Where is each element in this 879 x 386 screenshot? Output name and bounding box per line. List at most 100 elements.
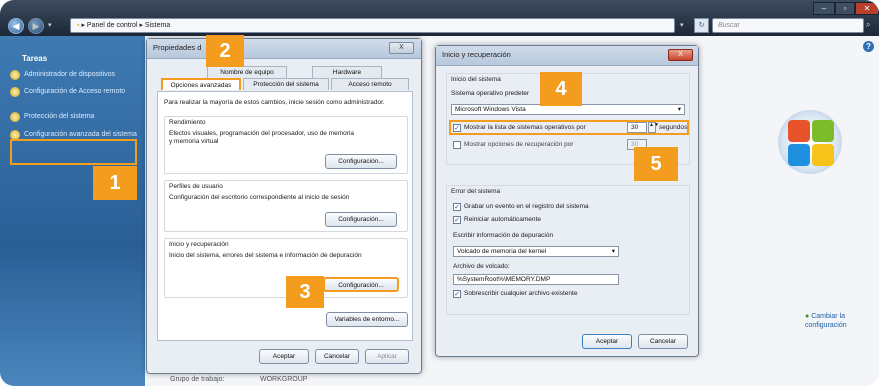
close-button[interactable]: X [668, 49, 693, 61]
highlight-box-advanced-settings [10, 139, 137, 165]
change-settings-label: Cambiar la configuración [805, 313, 847, 329]
cancel-button[interactable]: Cancelar [638, 334, 688, 349]
tab-advanced[interactable]: Opciones avanzadas [161, 78, 241, 90]
group-title: Perfiles de usuario [169, 183, 223, 190]
ok-button[interactable]: Aceptar [582, 334, 632, 349]
dialog-titlebar: Inicio y recuperación [436, 46, 698, 66]
workgroup-value: WORKGROUP [260, 376, 308, 383]
performance-settings-button[interactable]: Configuración... [325, 154, 397, 169]
group-text: Inicio del sistema, errores del sistema … [169, 252, 362, 259]
logo-green-pane [812, 120, 834, 142]
task-remote-access[interactable]: Configuración de Acceso remoto [10, 87, 140, 97]
callout-badge: 5 [634, 147, 678, 181]
profiles-settings-button[interactable]: Configuración... [325, 212, 397, 227]
group-performance: Rendimiento Efectos visuales, programaci… [164, 116, 408, 174]
spinner-icon[interactable]: ▲▼ [648, 122, 659, 133]
back-button[interactable]: ◀ [8, 18, 24, 34]
address-dropdown-icon[interactable]: ▾ [680, 18, 692, 33]
auto-restart-checkbox[interactable]: ✓ [453, 216, 461, 224]
default-os-value: Microsoft Windows Vista [455, 106, 526, 113]
dump-file-label: Archivo de volcado: [453, 263, 510, 270]
ok-button[interactable]: Aceptar [259, 349, 309, 364]
show-recovery-label: Mostrar opciones de recuperación por [464, 141, 574, 148]
breadcrumb-separator-icon: ▸ [81, 22, 85, 29]
logo-yellow-pane [812, 144, 834, 166]
shield-icon [10, 87, 20, 97]
screenshot-frame: ◀ ▶ ▾ ▪ ▸ Panel de control ▸ Sistema ▾ ↻… [0, 0, 879, 386]
callout-badge: 3 [286, 276, 324, 308]
show-recovery-checkbox[interactable] [453, 141, 461, 149]
close-button[interactable]: X [389, 42, 414, 54]
admin-note: Para realizar la mayoría de estos cambio… [164, 99, 385, 106]
tab-remote[interactable]: Acceso remoto [331, 78, 409, 90]
folder-icon: ▪ [77, 22, 80, 29]
history-dropdown-icon[interactable]: ▾ [48, 21, 52, 29]
tab-panel-advanced: Para realizar la mayoría de estos cambio… [157, 91, 413, 341]
search-icon[interactable]: ⌕ [866, 20, 870, 30]
task-pane: Tareas Administrador de dispositivos Con… [0, 36, 145, 386]
write-event-checkbox[interactable]: ✓ [453, 203, 461, 211]
group-title: Rendimiento [169, 119, 206, 126]
dialog-title: Propiedades d [153, 43, 202, 52]
group-title: Error del sistema [451, 188, 501, 195]
debug-info-select[interactable]: Volcado de memoria del kernel ▾ [453, 246, 619, 257]
dialog-titlebar: Propiedades d [147, 39, 421, 59]
tab-system-protection[interactable]: Protección del sistema [243, 78, 329, 90]
environment-variables-button[interactable]: Variables de entorno... [326, 312, 408, 327]
show-list-checkbox[interactable]: ✓ [453, 124, 461, 132]
auto-restart-label: Reiniciar automáticamente [464, 216, 541, 223]
breadcrumb-system[interactable]: Sistema [145, 22, 170, 29]
callout-badge: 2 [206, 35, 244, 67]
overwrite-label: Sobrescribir cualquier archivo existente [464, 290, 578, 297]
forward-button[interactable]: ▶ [28, 18, 44, 34]
default-os-label: Sistema operativo predeter [451, 90, 530, 97]
group-text: Efectos visuales, programación del proce… [169, 130, 354, 145]
search-input[interactable]: Buscar [712, 18, 864, 33]
help-icon[interactable]: ? [863, 41, 874, 52]
windows-logo [778, 110, 842, 174]
cancel-button[interactable]: Cancelar [315, 349, 359, 364]
show-list-seconds-input[interactable]: 30 [627, 122, 647, 133]
refresh-icon[interactable]: ↻ [694, 18, 709, 33]
group-text: Configuración del escritorio correspondi… [169, 194, 350, 201]
overwrite-checkbox[interactable]: ✓ [453, 290, 461, 298]
logo-red-pane [788, 120, 810, 142]
callout-badge: 1 [93, 166, 137, 200]
group-title: Inicio y recuperación [169, 241, 229, 248]
dump-file-input[interactable]: %SystemRoot%\MEMORY.DMP [453, 274, 619, 285]
task-label: Protección del sistema [24, 113, 95, 120]
show-list-label: Mostrar la lista de sistemas operativos … [464, 124, 586, 131]
group-system-failure: Error del sistema ✓ Grabar un evento en … [446, 185, 690, 315]
workgroup-label: Grupo de trabajo: [170, 376, 225, 383]
task-label: Administrador de dispositivos [24, 71, 116, 78]
task-device-manager[interactable]: Administrador de dispositivos [10, 70, 140, 80]
debug-info-label: Escribir información de depuración [453, 232, 554, 239]
startup-settings-button[interactable]: Configuración... [323, 277, 399, 292]
explorer-titlebar: ◀ ▶ ▾ ▪ ▸ Panel de control ▸ Sistema ▾ ↻… [0, 0, 879, 36]
debug-info-value: Volcado de memoria del kernel [457, 248, 547, 255]
task-pane-heading: Tareas [22, 54, 48, 63]
breadcrumb-control-panel[interactable]: Panel de control [87, 22, 138, 29]
system-properties-dialog: Propiedades d X Nombre de equipo Hardwar… [146, 38, 422, 374]
minimize-button[interactable]: – [813, 2, 835, 15]
address-bar[interactable]: ▪ ▸ Panel de control ▸ Sistema [70, 18, 675, 33]
callout-badge: 4 [540, 72, 582, 106]
close-window-button[interactable]: ✕ [855, 2, 879, 15]
task-system-protection[interactable]: Protección del sistema [10, 112, 140, 122]
chevron-down-icon: ▾ [677, 106, 681, 113]
shield-icon [10, 70, 20, 80]
dialog-title: Inicio y recuperación [442, 50, 511, 59]
task-advanced-settings[interactable]: Configuración avanzada del sistema [10, 130, 140, 140]
chevron-down-icon: ▾ [611, 248, 615, 255]
task-label: Configuración avanzada del sistema [24, 131, 137, 138]
change-settings-link[interactable]: ● Cambiar la configuración [805, 312, 875, 330]
logo-blue-pane [788, 144, 810, 166]
tab-computer-name[interactable]: Nombre de equipo [207, 66, 287, 78]
task-label: Configuración de Acceso remoto [24, 88, 126, 95]
group-title: Inicio del sistema [451, 76, 501, 83]
breadcrumb-separator-icon: ▸ [139, 22, 143, 29]
tab-hardware[interactable]: Hardware [312, 66, 382, 78]
maximize-button[interactable]: ▫ [835, 2, 855, 15]
apply-button[interactable]: Aplicar [365, 349, 409, 364]
shield-icon: ● [805, 313, 810, 320]
